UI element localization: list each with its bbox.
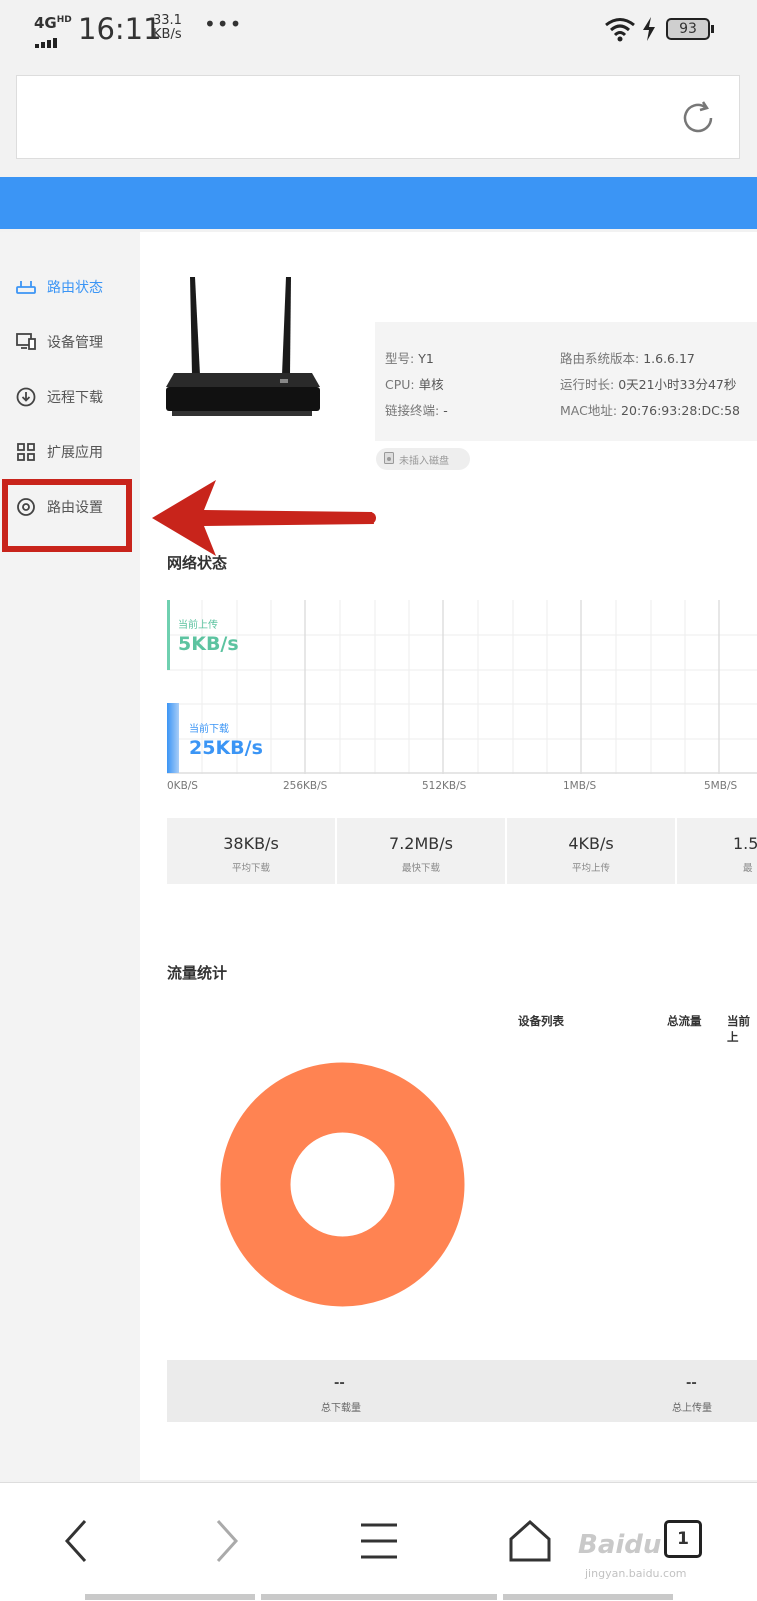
totals-row [167, 1360, 757, 1422]
address-bar[interactable] [16, 75, 740, 159]
disk-status-badge: 未插入磁盘 [376, 448, 470, 470]
cpu-info: CPU: 单核 [385, 377, 444, 392]
battery-indicator: 93 [666, 18, 710, 40]
stat-avg-download: 38KB/s 平均下载 [223, 834, 279, 874]
sidebar-item-label: 扩展应用 [47, 445, 103, 461]
wifi-icon [604, 16, 636, 46]
reload-icon[interactable] [678, 98, 718, 138]
apps-grid-icon [16, 442, 36, 462]
network-speed: 33.1 KB/s [153, 13, 182, 42]
gesture-bar [503, 1594, 673, 1600]
column-header-devices: 设备列表 [518, 1014, 564, 1028]
axis-label: 5MB/S [704, 780, 738, 792]
download-value: 25KB/s [189, 737, 263, 759]
sidebar-item-extensions[interactable]: 扩展应用 [0, 425, 140, 479]
upload-bar [167, 600, 170, 670]
axis-label: 256KB/S [283, 780, 328, 792]
upload-value: 5KB/s [178, 633, 239, 655]
upload-caption: 当前上传 [178, 620, 218, 631]
forward-button[interactable] [207, 1516, 247, 1570]
chevron-right-icon [214, 1519, 240, 1567]
stat-avg-upload: 4KB/s 平均上传 [568, 834, 614, 874]
annotation-highlight-box [2, 479, 132, 552]
header-band [0, 177, 757, 229]
disk-icon [384, 451, 394, 467]
more-dots: ••• [204, 12, 243, 36]
back-button[interactable] [56, 1516, 96, 1570]
uptime-info: 运行时长: 0天21小时33分47秒 [560, 377, 737, 392]
download-icon [16, 387, 36, 407]
download-bar [167, 703, 179, 773]
gesture-bar [261, 1594, 497, 1600]
router-image [162, 275, 322, 429]
axis-label: 512KB/S [422, 780, 467, 792]
charging-icon [642, 17, 656, 45]
total-download-caption: 总下载量 [321, 1403, 361, 1414]
battery-tip [711, 25, 714, 33]
download-caption: 当前下载 [189, 724, 229, 735]
column-header-current: 当前上 [727, 1014, 750, 1044]
menu-button[interactable] [357, 1516, 401, 1570]
total-download-value: -- [334, 1376, 345, 1391]
speed-stats-row: 38KB/s 平均下载 7.2MB/s 最快下载 4KB/s 平均上传 1.5 最 [167, 818, 757, 884]
link-info: 链接终端: - [385, 403, 448, 418]
total-upload-caption: 总上传量 [672, 1403, 712, 1414]
clock: 16:11 [78, 12, 162, 46]
stat-max-upload: 1.5 最 [733, 834, 757, 874]
signal-icon [35, 33, 63, 52]
network-indicator: 4GHD [34, 14, 72, 32]
sidebar-item-label: 路由状态 [47, 280, 103, 296]
mac-info: MAC地址: 20:76:93:28:DC:58 [560, 403, 740, 418]
home-button[interactable] [507, 1516, 553, 1570]
axis-label: 0KB/S [167, 780, 198, 792]
total-upload-value: -- [686, 1376, 697, 1391]
traffic-stats-title: 流量统计 [167, 964, 228, 982]
traffic-donut-chart [220, 1062, 465, 1307]
sidebar-item-label: 远程下载 [47, 390, 103, 406]
router-icon [16, 277, 36, 297]
axis-label: 1MB/S [563, 780, 597, 792]
chevron-left-icon [63, 1519, 89, 1567]
annotation-arrow [152, 480, 376, 556]
gesture-bar [85, 1594, 255, 1600]
home-icon [508, 1519, 552, 1567]
sidebar-item-router-status[interactable]: 路由状态 [0, 260, 140, 314]
sidebar-item-remote-download[interactable]: 远程下载 [0, 370, 140, 424]
stat-max-download: 7.2MB/s 最快下载 [389, 834, 453, 874]
disk-status-text: 未插入磁盘 [399, 455, 449, 467]
sidebar-item-label: 设备管理 [47, 335, 103, 351]
baidu-watermark: Baidu [578, 1530, 662, 1560]
version-info: 路由系统版本: 1.6.6.17 [560, 351, 695, 366]
column-header-total: 总流量 [667, 1014, 702, 1028]
sidebar: 路由状态 设备管理 远程下载 扩展应用 路由设置 [0, 232, 140, 1480]
menu-icon [359, 1521, 399, 1565]
sidebar-item-device-management[interactable]: 设备管理 [0, 315, 140, 369]
tabs-button[interactable]: 1 [664, 1520, 702, 1558]
baidu-watermark-url: jingyan.baidu.com [585, 1567, 687, 1580]
model-info: 型号: Y1 [385, 351, 434, 366]
devices-icon [16, 332, 36, 352]
